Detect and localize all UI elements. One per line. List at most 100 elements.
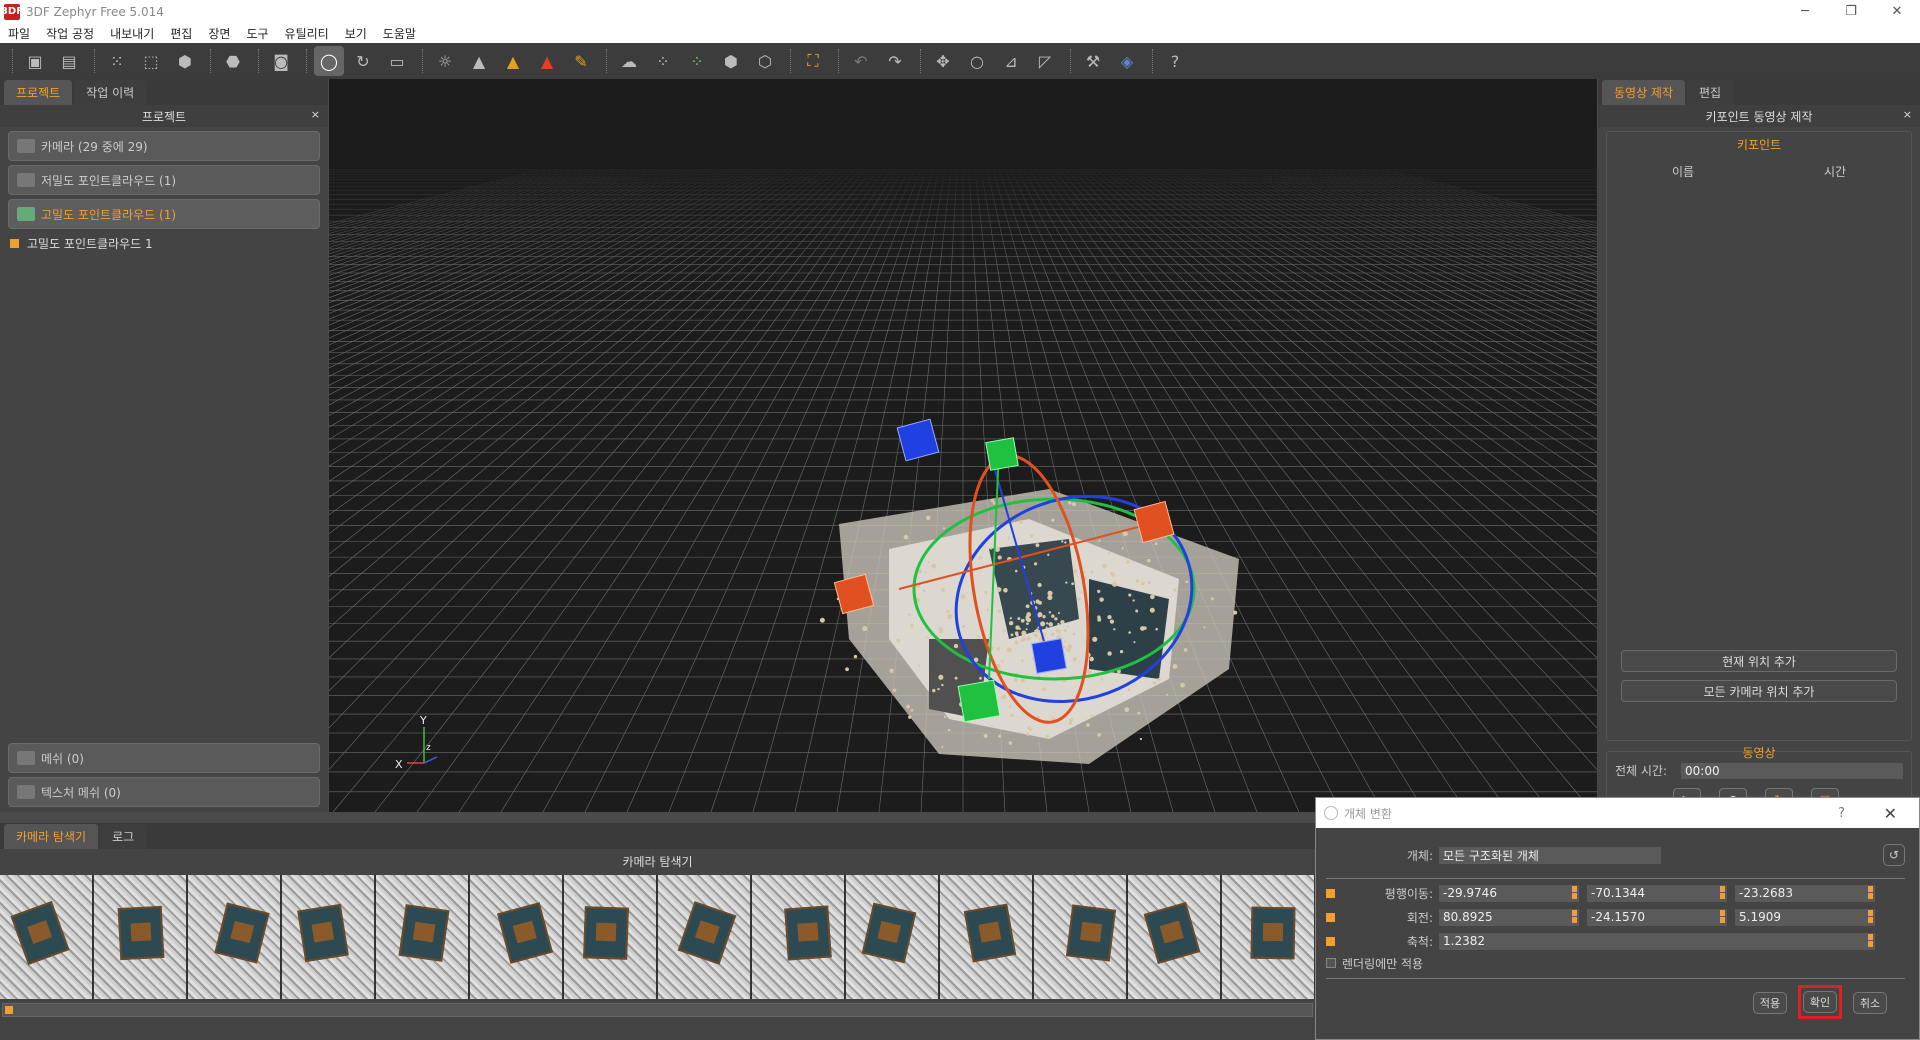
camera-thumbnail[interactable] bbox=[1222, 875, 1315, 999]
light-bulb-icon[interactable]: ☼ bbox=[430, 46, 460, 76]
col-name[interactable]: 이름 bbox=[1672, 163, 1694, 180]
orbit-icon[interactable]: ◯ bbox=[314, 46, 344, 76]
transform-icon[interactable]: ✥ bbox=[928, 46, 958, 76]
solid-mesh-icon[interactable]: ⬢ bbox=[716, 46, 746, 76]
reset-button[interactable]: ↺ bbox=[1883, 844, 1905, 866]
close-icon[interactable]: ✕ bbox=[1884, 804, 1897, 823]
translate-y-input[interactable]: -70.1344 bbox=[1587, 884, 1727, 902]
cloud-filter-icon[interactable]: ☁ bbox=[614, 46, 644, 76]
camera-thumbnail[interactable] bbox=[282, 875, 376, 999]
wire-mesh-icon[interactable]: ⬡ bbox=[750, 46, 780, 76]
undo-icon[interactable]: ↶ bbox=[846, 46, 876, 76]
camera-thumbnail[interactable] bbox=[564, 875, 658, 999]
tab-edit[interactable]: 편집 bbox=[1687, 80, 1734, 105]
apply-button[interactable]: 적용 bbox=[1753, 992, 1787, 1014]
menu-export[interactable]: 내보내기 bbox=[110, 25, 154, 42]
mesh-icon[interactable]: ⬢ bbox=[170, 46, 200, 76]
redo-icon[interactable]: ↷ bbox=[880, 46, 910, 76]
cameras-item[interactable]: 카메라 (29 중에 29) bbox=[8, 131, 320, 161]
camera-icon[interactable]: ◙ bbox=[266, 46, 296, 76]
image-mode-icon[interactable]: ▭ bbox=[382, 46, 412, 76]
thumbnail-scrollbar[interactable] bbox=[2, 1003, 1313, 1017]
camera-thumbnail[interactable] bbox=[940, 875, 1034, 999]
menu-workflow[interactable]: 작업 공정 bbox=[46, 25, 94, 42]
rotate-z-input[interactable]: 5.1909 bbox=[1735, 908, 1875, 926]
menu-tools[interactable]: 도구 bbox=[246, 25, 268, 42]
camera-thumbnail[interactable] bbox=[94, 875, 188, 999]
triangle-white-icon[interactable]: ▲ bbox=[464, 46, 494, 76]
maximize-button[interactable]: ❐ bbox=[1828, 0, 1874, 23]
points-icon[interactable]: ⁘ bbox=[648, 46, 678, 76]
selection-box-icon[interactable]: ⛶ bbox=[798, 46, 828, 76]
menu-scene[interactable]: 장면 bbox=[208, 25, 230, 42]
new-project-icon[interactable]: ▣ bbox=[20, 46, 50, 76]
sparse-cloud-item[interactable]: 저밀도 포인트클라우드 (1) bbox=[8, 165, 320, 195]
spinner-icon[interactable] bbox=[1572, 909, 1577, 923]
spinner-icon[interactable] bbox=[1572, 885, 1577, 899]
minimize-button[interactable]: ─ bbox=[1782, 0, 1828, 23]
spinner-icon[interactable] bbox=[1868, 885, 1873, 899]
viewport-canvas[interactable]: Y z X bbox=[329, 79, 1597, 812]
menu-utilities[interactable]: 유틸리티 bbox=[285, 25, 329, 42]
mesh-item[interactable]: 메쉬 (0) bbox=[8, 743, 320, 773]
dense-cloud-item[interactable]: 고밀도 포인트클라우드 (1) bbox=[8, 199, 320, 229]
object-select[interactable]: 모든 구조화된 개체 bbox=[1439, 846, 1661, 864]
total-time-input[interactable]: 00:00 bbox=[1681, 762, 1903, 779]
camera-thumbnail[interactable] bbox=[376, 875, 470, 999]
spinner-icon[interactable] bbox=[1720, 885, 1725, 899]
textured-mesh-icon[interactable]: ⬣ bbox=[218, 46, 248, 76]
camera-thumbnail[interactable] bbox=[752, 875, 846, 999]
tab-video[interactable]: 동영상 제작 bbox=[1602, 80, 1686, 105]
sparse-cloud-icon[interactable]: ⁙ bbox=[102, 46, 132, 76]
render-only-checkbox[interactable] bbox=[1326, 958, 1336, 968]
close-icon[interactable]: × bbox=[311, 108, 320, 121]
circle-tool-icon[interactable]: ○ bbox=[962, 46, 992, 76]
menu-file[interactable]: 파일 bbox=[8, 25, 30, 42]
axis-tool-icon[interactable]: ⊿ bbox=[996, 46, 1026, 76]
translate-x-input[interactable]: -29.9746 bbox=[1439, 884, 1579, 902]
camera-thumbnail[interactable] bbox=[470, 875, 564, 999]
cube-view-icon[interactable]: ◈ bbox=[1112, 46, 1142, 76]
camera-thumbnail[interactable] bbox=[1034, 875, 1128, 999]
tab-camera-browser[interactable]: 카메라 탐색기 bbox=[4, 824, 99, 849]
help-icon[interactable]: ? bbox=[1160, 46, 1190, 76]
triangle-rgb-icon[interactable]: ▲ bbox=[532, 46, 562, 76]
menu-edit[interactable]: 편집 bbox=[170, 25, 192, 42]
measure-icon[interactable]: ◸ bbox=[1030, 46, 1060, 76]
scale-input[interactable]: 1.2382 bbox=[1439, 932, 1875, 950]
save-icon[interactable]: ▤ bbox=[54, 46, 84, 76]
tab-history[interactable]: 작업 이력 bbox=[74, 80, 147, 105]
ok-button[interactable]: 확인 bbox=[1803, 991, 1837, 1013]
rotate-y-input[interactable]: -24.1570 bbox=[1587, 908, 1727, 926]
help-icon[interactable]: ? bbox=[1838, 806, 1845, 821]
cancel-button[interactable]: 취소 bbox=[1853, 992, 1887, 1014]
rotate-x-input[interactable]: 80.8925 bbox=[1439, 908, 1579, 926]
brush-icon[interactable]: ✎ bbox=[566, 46, 596, 76]
menu-help[interactable]: 도움말 bbox=[383, 25, 416, 42]
triangle-color-icon[interactable]: ▲ bbox=[498, 46, 528, 76]
tools-icon[interactable]: ⚒ bbox=[1078, 46, 1108, 76]
tab-log[interactable]: 로그 bbox=[100, 824, 147, 849]
textured-mesh-item[interactable]: 텍스처 메쉬 (0) bbox=[8, 777, 320, 807]
camera-thumbnail[interactable] bbox=[1128, 875, 1222, 999]
camera-thumbnail[interactable] bbox=[846, 875, 940, 999]
close-window-button[interactable]: ✕ bbox=[1874, 0, 1920, 23]
camera-thumbnail[interactable] bbox=[658, 875, 752, 999]
camera-thumbnail[interactable] bbox=[0, 875, 94, 999]
spinner-icon[interactable] bbox=[1720, 909, 1725, 923]
spinner-icon[interactable] bbox=[1868, 909, 1873, 923]
camera-thumbnail[interactable] bbox=[188, 875, 282, 999]
tab-project[interactable]: 프로젝트 bbox=[4, 80, 73, 105]
dense-cloud-child-item[interactable]: 고밀도 포인트클라우드 1 bbox=[10, 235, 318, 252]
points-green-icon[interactable]: ⁘ bbox=[682, 46, 712, 76]
3d-viewport[interactable]: Y z X bbox=[329, 79, 1597, 812]
spinner-icon[interactable] bbox=[1868, 933, 1873, 947]
menu-view[interactable]: 보기 bbox=[345, 25, 367, 42]
add-current-position-button[interactable]: 현재 위치 추가 bbox=[1621, 650, 1897, 672]
add-all-cameras-button[interactable]: 모든 카메라 위치 추가 bbox=[1621, 680, 1897, 702]
dense-cloud-icon[interactable]: ⬚ bbox=[136, 46, 166, 76]
col-time[interactable]: 시간 bbox=[1824, 163, 1846, 180]
close-icon[interactable]: × bbox=[1903, 108, 1912, 121]
translate-z-input[interactable]: -23.2683 bbox=[1735, 884, 1875, 902]
rotate-view-icon[interactable]: ↻ bbox=[348, 46, 378, 76]
